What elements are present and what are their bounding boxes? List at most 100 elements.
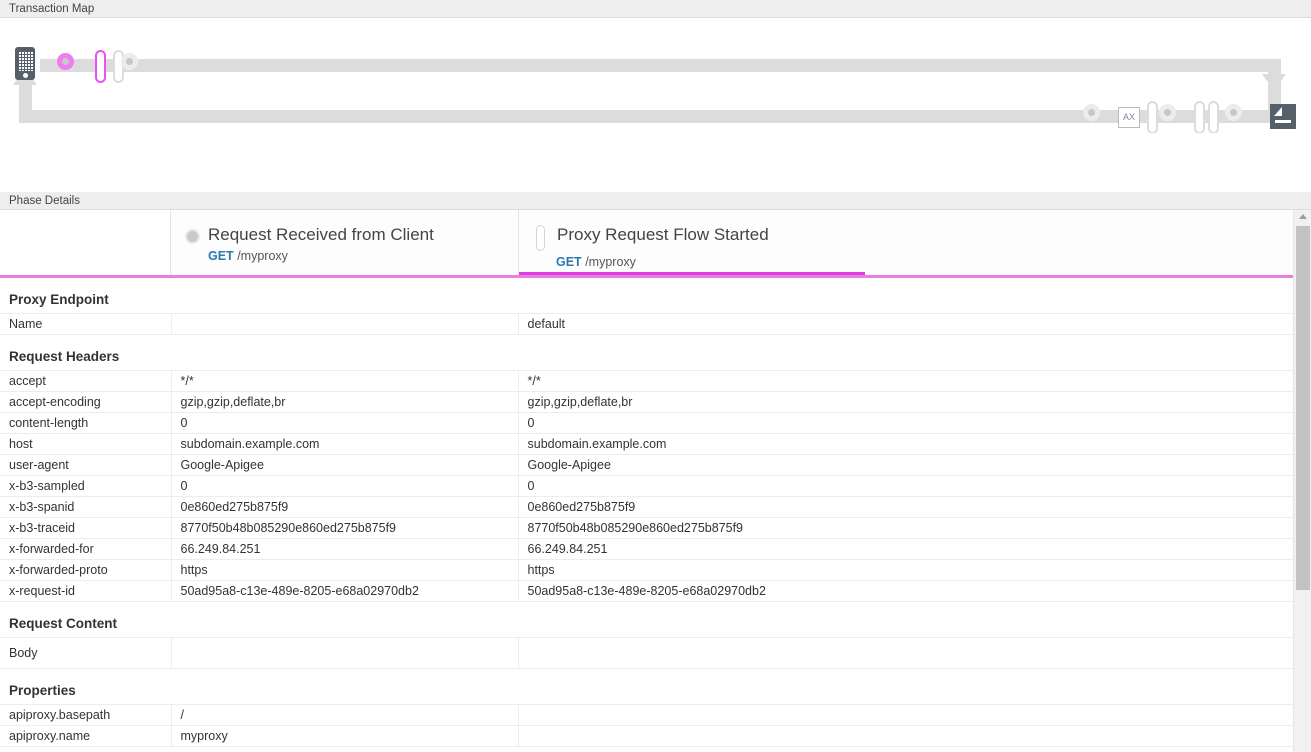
map-node-circle[interactable] [121,53,138,70]
map-node-pill[interactable] [1208,101,1219,133]
row-key: x-forwarded-for [0,539,171,560]
phase-header-spacer [0,210,171,275]
section-title: Request Headers [0,335,1293,370]
table-row: apiproxy.basepath/ [0,705,1293,726]
table-row: Body [0,638,1293,669]
row-key: Body [0,638,171,669]
table-row: hostsubdomain.example.comsubdomain.examp… [0,434,1293,455]
table-row: x-b3-traceid8770f50b48b085290e860ed275b8… [0,518,1293,539]
section-table: accept*/**/*accept-encodinggzip,gzip,def… [0,370,1293,602]
row-value-col1: myproxy [171,726,518,747]
row-key: x-forwarded-proto [0,560,171,581]
row-value-col2: subdomain.example.com [518,434,1293,455]
row-value-col2: 0e860ed275b875f9 [518,497,1293,518]
table-row: x-forwarded-protohttpshttps [0,560,1293,581]
table-row: x-request-id50ad95a8-c13e-489e-8205-e68a… [0,581,1293,602]
phase-pill-icon [536,225,545,251]
row-key: x-b3-traceid [0,518,171,539]
phase-column-1-subtitle: GET /myproxy [556,255,865,269]
phase-column-1-method: GET [556,255,582,269]
row-value-col1: 8770f50b48b085290e860ed275b875f9 [171,518,518,539]
row-value-col1: 0 [171,413,518,434]
phase-column-1-title: Proxy Request Flow Started [557,224,769,245]
map-node-circle[interactable] [57,53,74,70]
transaction-map-header: Transaction Map [0,0,1311,18]
transaction-map[interactable]: AX [0,18,1311,133]
row-value-col2: gzip,gzip,deflate,br [518,392,1293,413]
map-node-pill[interactable] [1147,101,1158,133]
row-value-col2 [518,705,1293,726]
map-node-circle[interactable] [1159,104,1176,121]
phase-details-scrollbar[interactable] [1293,210,1311,752]
row-value-col2: Google-Apigee [518,455,1293,476]
row-value-col1 [171,638,518,669]
row-value-col2: */* [518,371,1293,392]
row-key: x-b3-spanid [0,497,171,518]
phase-column-1-path: /myproxy [585,255,636,269]
section-table: Name default [0,313,1293,335]
row-key: apiproxy.basepath [0,705,171,726]
row-value-col1: */* [171,371,518,392]
row-value-col1: Google-Apigee [171,455,518,476]
row-key: Name [0,314,171,335]
row-key: host [0,434,171,455]
section-title: Proxy Endpoint [0,278,1293,313]
timeline-area[interactable]: Ε ┐┌ 1ms ❮ Back Next ❯ [0,133,1311,192]
section-title: Properties [0,669,1293,704]
row-value-col2: default [518,314,1293,335]
table-row: apiproxy.namemyproxy [0,726,1293,747]
row-key: x-b3-sampled [0,476,171,497]
row-value-col2: 0 [518,413,1293,434]
phase-column-0-title: Request Received from Client [208,224,434,245]
row-value-col1: 66.249.84.251 [171,539,518,560]
phase-column-0-method: GET [208,249,234,263]
row-value-col2: 66.249.84.251 [518,539,1293,560]
phase-column-0-subtitle: GET /myproxy [208,249,518,263]
scroll-up-arrow-icon[interactable] [1299,214,1307,219]
row-value-col2: 50ad95a8-c13e-489e-8205-e68a02970db2 [518,581,1293,602]
map-node-circle[interactable] [1083,104,1100,121]
map-node-circle[interactable] [1225,104,1242,121]
phase-details-scroll-area: Request Received from Client GET /myprox… [0,210,1293,752]
backend-target-icon [1270,104,1296,129]
map-node-analytics[interactable]: AX [1118,107,1140,128]
row-key: accept [0,371,171,392]
section-table: apiproxy.basepath/apiproxy.namemyproxy [0,704,1293,747]
table-row: x-forwarded-for66.249.84.25166.249.84.25… [0,539,1293,560]
phase-details-panel: Request Received from Client GET /myprox… [0,210,1311,752]
row-value-col2 [518,638,1293,669]
row-value-col2: 8770f50b48b085290e860ed275b875f9 [518,518,1293,539]
row-key: user-agent [0,455,171,476]
mobile-device-icon [15,47,35,80]
row-key: content-length [0,413,171,434]
phase-column-0-path: /myproxy [237,249,288,263]
row-value-col1 [171,314,518,335]
row-value-col1: 0e860ed275b875f9 [171,497,518,518]
table-row: Name default [0,314,1293,335]
section-title: Request Content [0,602,1293,637]
phase-details-header: Phase Details [0,192,1311,210]
table-row: accept*/**/* [0,371,1293,392]
row-value-col2 [518,726,1293,747]
phase-column-0[interactable]: Request Received from Client GET /myprox… [171,210,518,275]
map-node-pill[interactable] [95,50,106,83]
row-key: accept-encoding [0,392,171,413]
row-value-col1: 0 [171,476,518,497]
table-row: x-b3-spanid0e860ed275b875f90e860ed275b87… [0,497,1293,518]
section-table: Body [0,637,1293,669]
table-row: accept-encodinggzip,gzip,deflate,brgzip,… [0,392,1293,413]
table-row: user-agentGoogle-ApigeeGoogle-Apigee [0,455,1293,476]
phase-circle-icon [185,229,200,244]
table-row: content-length00 [0,413,1293,434]
map-arrow-down-icon [1262,74,1286,91]
row-key: apiproxy.name [0,726,171,747]
row-value-col1: subdomain.example.com [171,434,518,455]
table-row: x-b3-sampled00 [0,476,1293,497]
row-value-col1: 50ad95a8-c13e-489e-8205-e68a02970db2 [171,581,518,602]
phase-column-1[interactable]: Proxy Request Flow Started GET /myproxy [518,210,865,275]
row-value-col2: https [518,560,1293,581]
scrollbar-thumb[interactable] [1296,226,1310,590]
map-node-pill[interactable] [1194,101,1205,133]
map-rail-top [40,59,1281,72]
row-key: x-request-id [0,581,171,602]
